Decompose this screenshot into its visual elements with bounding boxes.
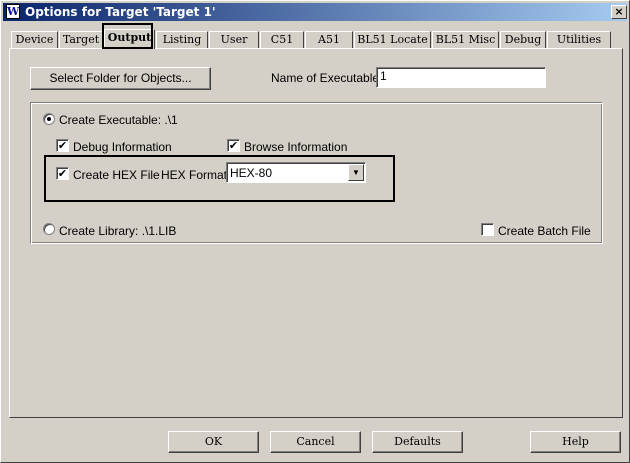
options-dialog: W Options for Target 'Target 1' × Device…: [0, 0, 630, 463]
help-button[interactable]: Help: [530, 431, 621, 453]
hex-format-value: HEX-80: [230, 166, 273, 180]
close-button[interactable]: ×: [611, 5, 627, 19]
name-of-executable-input[interactable]: 1: [376, 67, 546, 88]
tab-bl51-locate[interactable]: BL51 Locate: [354, 31, 431, 48]
chevron-down-icon[interactable]: ▼: [348, 164, 364, 181]
title-bar[interactable]: W Options for Target 'Target 1' ×: [3, 3, 627, 21]
browse-information-checkbox[interactable]: ✔: [227, 139, 240, 152]
create-library-radio[interactable]: [43, 223, 55, 235]
app-icon: W: [6, 4, 20, 19]
hex-format-label: HEX Format:: [161, 168, 231, 182]
create-hex-checkbox[interactable]: ✔: [56, 167, 69, 180]
tab-debug[interactable]: Debug: [500, 31, 546, 48]
tab-target[interactable]: Target: [59, 31, 103, 48]
cancel-button[interactable]: Cancel: [270, 431, 361, 453]
tab-bl51-misc[interactable]: BL51 Misc: [432, 31, 499, 48]
debug-information-label: Debug Information: [73, 140, 172, 154]
browse-information-label: Browse Information: [244, 140, 348, 154]
window-title: Options for Target 'Target 1': [25, 5, 216, 19]
hex-format-select[interactable]: HEX-80 ▼: [226, 162, 366, 183]
create-executable-radio[interactable]: [43, 113, 55, 125]
tab-device[interactable]: Device: [11, 31, 58, 48]
tab-output[interactable]: Output: [104, 29, 155, 49]
create-batch-checkbox[interactable]: [481, 223, 494, 236]
name-of-executable-label: Name of Executable:: [271, 71, 382, 85]
tab-c51[interactable]: C51: [260, 31, 304, 48]
create-batch-label: Create Batch File: [498, 224, 591, 238]
ok-button[interactable]: OK: [168, 431, 259, 453]
tab-listing[interactable]: Listing: [156, 31, 208, 48]
radio-selected-dot: [47, 117, 51, 121]
create-executable-label: Create Executable: .\1: [59, 113, 178, 127]
tab-utilities[interactable]: Utilities: [547, 31, 611, 48]
select-folder-button[interactable]: Select Folder for Objects...: [30, 67, 211, 90]
debug-information-checkbox[interactable]: ✔: [56, 139, 69, 152]
name-of-executable-text: Name of Executable:: [271, 71, 383, 85]
defaults-button[interactable]: Defaults: [372, 431, 463, 453]
create-hex-label: Create HEX File: [73, 168, 160, 182]
tab-a51[interactable]: A51: [305, 31, 353, 48]
create-library-label: Create Library: .\1.LIB: [59, 224, 177, 238]
tab-user[interactable]: User: [209, 31, 259, 48]
